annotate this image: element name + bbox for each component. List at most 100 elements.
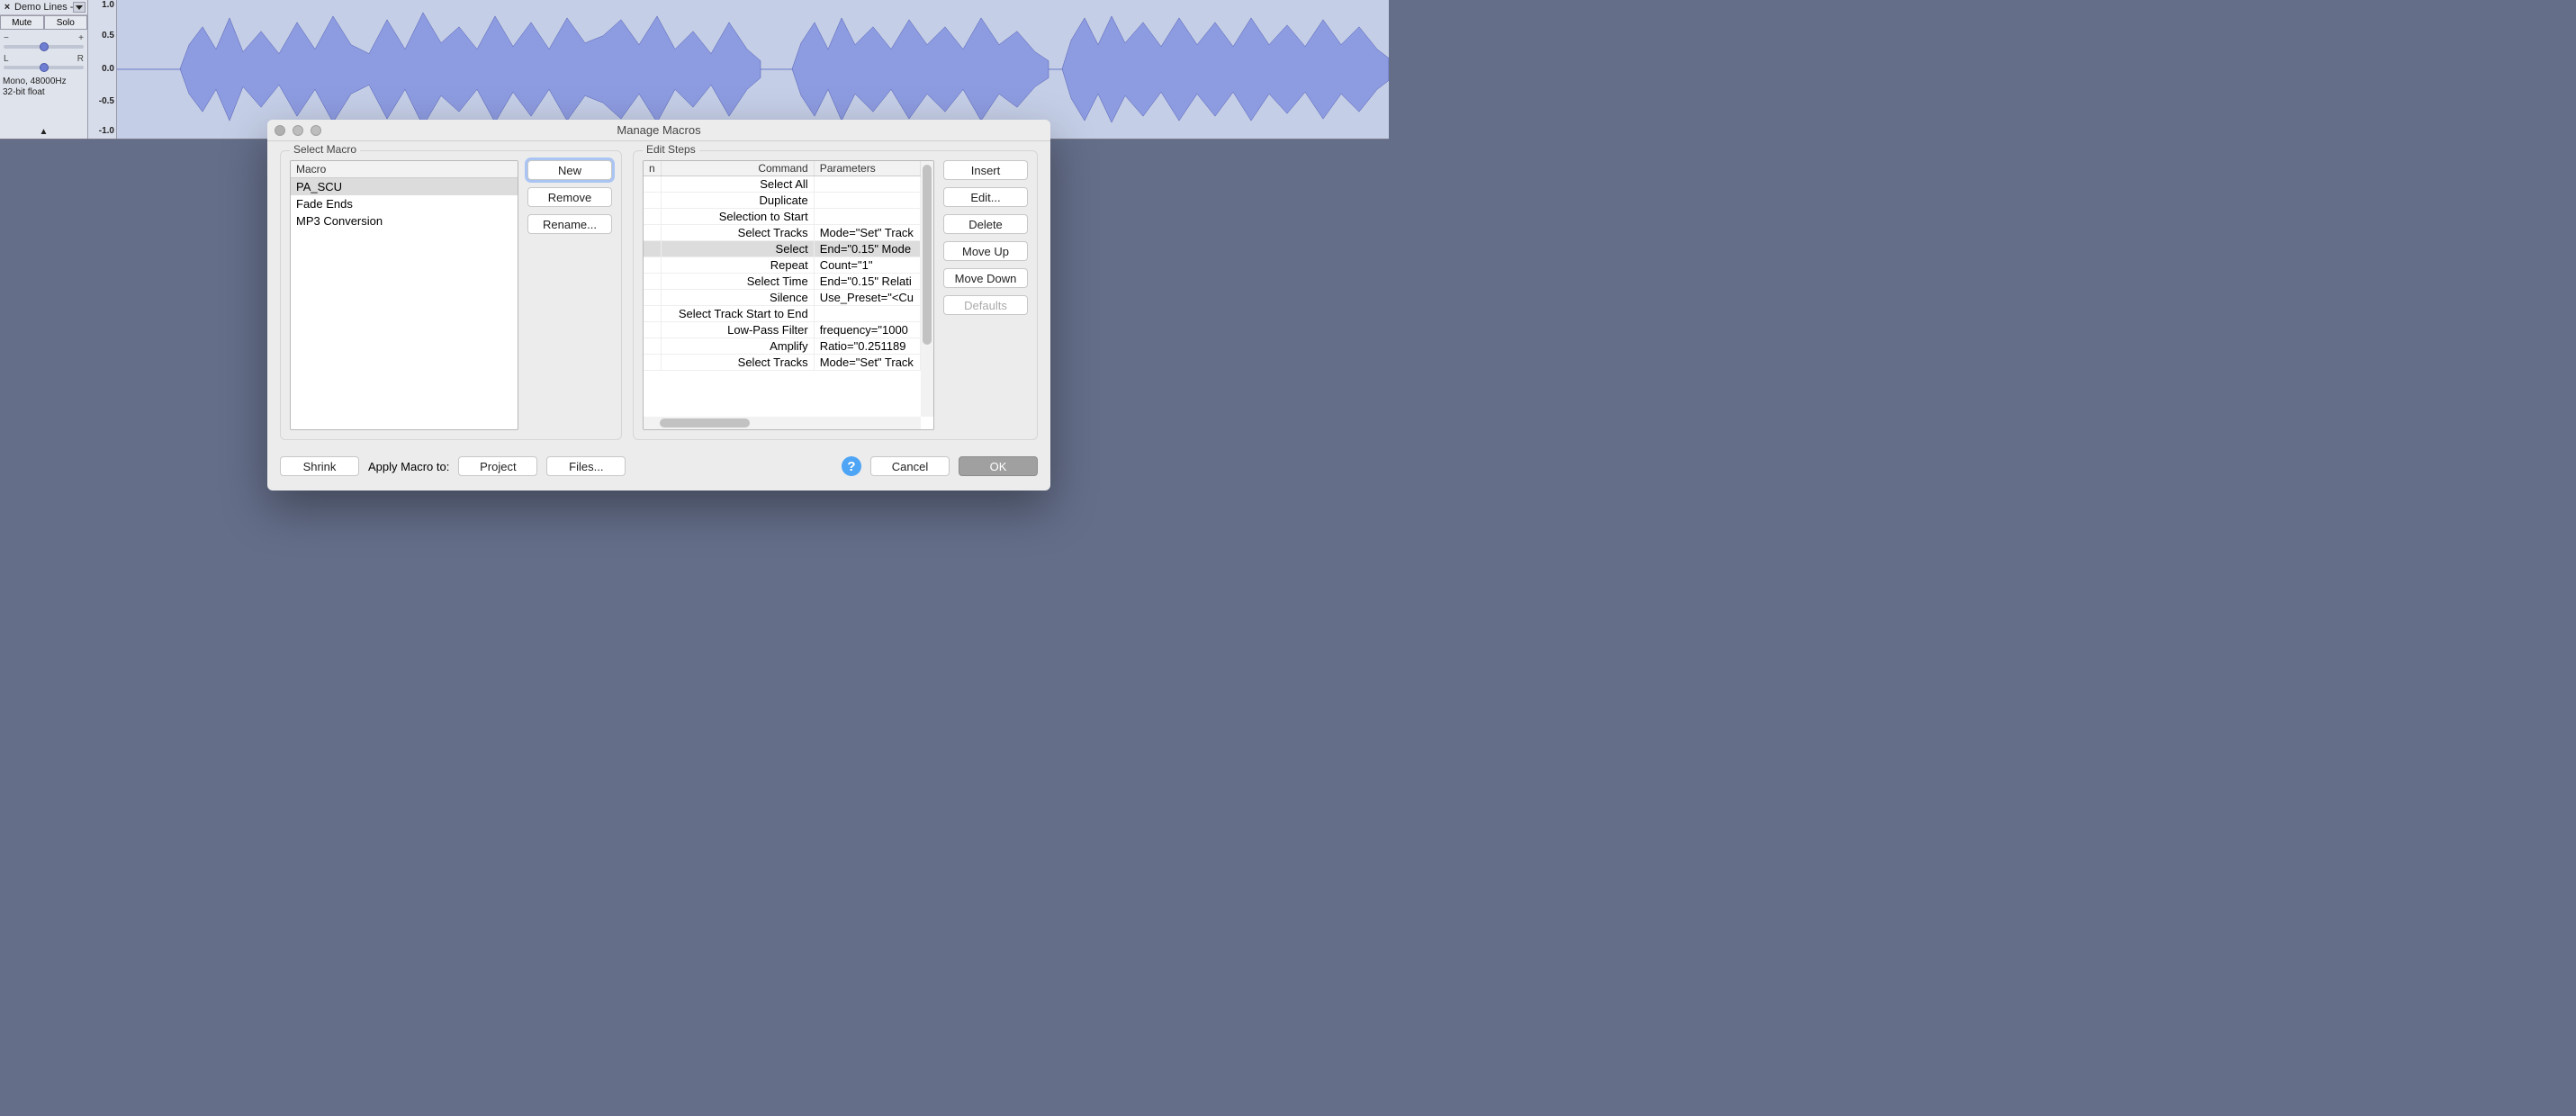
step-command-cell: Select: [661, 241, 814, 257]
waveform-canvas[interactable]: [117, 0, 1389, 139]
edit-steps-label: Edit Steps: [643, 143, 699, 156]
step-params-cell: [814, 193, 920, 209]
macro-list[interactable]: Macro PA_SCUFade EndsMP3 Conversion: [290, 160, 518, 430]
step-command-cell: Amplify: [661, 338, 814, 355]
gain-slider[interactable]: [4, 45, 84, 49]
step-command-cell: Low-Pass Filter: [661, 322, 814, 338]
close-track-button[interactable]: ×: [2, 2, 13, 13]
step-command-cell: Select Time: [661, 274, 814, 290]
macro-list-item[interactable]: PA_SCU: [291, 178, 518, 195]
dialog-title: Manage Macros: [267, 123, 1050, 137]
track-name-label: Demo Lines -: [13, 2, 73, 13]
steps-vertical-thumb[interactable]: [923, 165, 932, 345]
steps-col-command[interactable]: Command: [661, 161, 814, 176]
step-params-cell: End="0.15" Mode: [814, 241, 920, 257]
pan-slider-thumb[interactable]: [40, 63, 49, 72]
step-params-cell: End="0.15" Relati: [814, 274, 920, 290]
step-row[interactable]: Low-Pass Filterfrequency="1000: [644, 322, 921, 338]
new-macro-button[interactable]: New: [527, 160, 612, 180]
help-icon[interactable]: ?: [842, 456, 861, 476]
select-macro-label: Select Macro: [290, 143, 360, 156]
steps-col-parameters[interactable]: Parameters: [814, 161, 920, 176]
mute-button[interactable]: Mute: [0, 15, 44, 30]
track-bitdepth-label: 32-bit float: [3, 87, 85, 98]
step-params-cell: Mode="Set" Track: [814, 225, 920, 241]
step-row[interactable]: RepeatCount="1": [644, 257, 921, 274]
window-close-icon[interactable]: [275, 125, 285, 136]
edit-step-button[interactable]: Edit...: [943, 187, 1028, 207]
axis-tick: 0.0: [102, 64, 114, 74]
steps-col-index[interactable]: n: [644, 161, 661, 176]
step-row[interactable]: Selection to Start: [644, 209, 921, 225]
select-macro-group: Select Macro Macro PA_SCUFade EndsMP3 Co…: [280, 150, 622, 440]
axis-tick: 0.5: [102, 31, 114, 40]
solo-button[interactable]: Solo: [44, 15, 88, 30]
step-row[interactable]: Select Track Start to End: [644, 306, 921, 322]
step-params-cell: [814, 306, 920, 322]
gain-max-label: +: [78, 33, 84, 43]
steps-table-wrap: n Command Parameters Select AllDuplicate…: [643, 160, 934, 430]
manage-macros-dialog: Manage Macros Select Macro Macro PA_SCUF…: [267, 120, 1050, 490]
step-row[interactable]: Duplicate: [644, 193, 921, 209]
rename-macro-button[interactable]: Rename...: [527, 214, 612, 234]
axis-tick: -0.5: [99, 96, 114, 106]
steps-horizontal-scrollbar[interactable]: [644, 417, 921, 429]
axis-tick: 1.0: [102, 0, 114, 10]
macro-list-item[interactable]: Fade Ends: [291, 195, 518, 212]
delete-step-button[interactable]: Delete: [943, 214, 1028, 234]
step-params-cell: frequency="1000: [814, 322, 920, 338]
dialog-titlebar[interactable]: Manage Macros: [267, 120, 1050, 141]
move-up-button[interactable]: Move Up: [943, 241, 1028, 261]
step-row[interactable]: AmplifyRatio="0.251189: [644, 338, 921, 355]
move-down-button[interactable]: Move Down: [943, 268, 1028, 288]
apply-files-button[interactable]: Files...: [546, 456, 626, 476]
steps-horizontal-thumb[interactable]: [660, 418, 750, 428]
dialog-footer: Shrink Apply Macro to: Project Files... …: [267, 446, 1050, 490]
step-row[interactable]: Select TracksMode="Set" Track: [644, 225, 921, 241]
step-command-cell: Select All: [661, 176, 814, 193]
window-minimize-icon[interactable]: [293, 125, 303, 136]
gain-slider-thumb[interactable]: [40, 42, 49, 51]
macro-list-item[interactable]: MP3 Conversion: [291, 212, 518, 230]
audio-track-row: × Demo Lines - Mute Solo − + L R Mono, 4…: [0, 0, 1389, 140]
steps-vertical-scrollbar[interactable]: [921, 161, 933, 417]
track-format-label: Mono, 48000Hz: [3, 76, 85, 87]
ok-button[interactable]: OK: [959, 456, 1038, 476]
step-params-cell: [814, 209, 920, 225]
step-params-cell: Use_Preset="<Cu: [814, 290, 920, 306]
axis-tick: -1.0: [99, 126, 114, 136]
pan-slider[interactable]: [4, 66, 84, 69]
remove-macro-button[interactable]: Remove: [527, 187, 612, 207]
shrink-button[interactable]: Shrink: [280, 456, 359, 476]
amplitude-axis: 1.0 0.5 0.0 -0.5 -1.0: [88, 0, 117, 139]
step-command-cell: Duplicate: [661, 193, 814, 209]
step-row[interactable]: SelectEnd="0.15" Mode: [644, 241, 921, 257]
step-row[interactable]: Select TracksMode="Set" Track: [644, 355, 921, 371]
step-params-cell: Ratio="0.251189: [814, 338, 920, 355]
step-params-cell: [814, 176, 920, 193]
track-control-panel: × Demo Lines - Mute Solo − + L R Mono, 4…: [0, 0, 88, 139]
window-zoom-icon[interactable]: [311, 125, 321, 136]
cancel-button[interactable]: Cancel: [870, 456, 950, 476]
step-command-cell: Selection to Start: [661, 209, 814, 225]
step-command-cell: Repeat: [661, 257, 814, 274]
collapse-track-button[interactable]: ▲: [0, 127, 87, 137]
steps-table[interactable]: n Command Parameters Select AllDuplicate…: [644, 161, 921, 371]
step-params-cell: Count="1": [814, 257, 920, 274]
pan-right-label: R: [77, 54, 84, 64]
insert-step-button[interactable]: Insert: [943, 160, 1028, 180]
step-row[interactable]: Select All: [644, 176, 921, 193]
edit-steps-group: Edit Steps n Command Parameters: [633, 150, 1038, 440]
macro-list-header: Macro: [291, 161, 518, 178]
step-command-cell: Silence: [661, 290, 814, 306]
track-menu-dropdown[interactable]: [73, 2, 86, 13]
step-command-cell: Select Tracks: [661, 225, 814, 241]
step-params-cell: Mode="Set" Track: [814, 355, 920, 371]
apply-project-button[interactable]: Project: [458, 456, 537, 476]
gain-min-label: −: [4, 33, 9, 43]
step-row[interactable]: SilenceUse_Preset="<Cu: [644, 290, 921, 306]
pan-left-label: L: [4, 54, 9, 64]
step-command-cell: Select Tracks: [661, 355, 814, 371]
step-row[interactable]: Select TimeEnd="0.15" Relati: [644, 274, 921, 290]
defaults-button: Defaults: [943, 295, 1028, 315]
